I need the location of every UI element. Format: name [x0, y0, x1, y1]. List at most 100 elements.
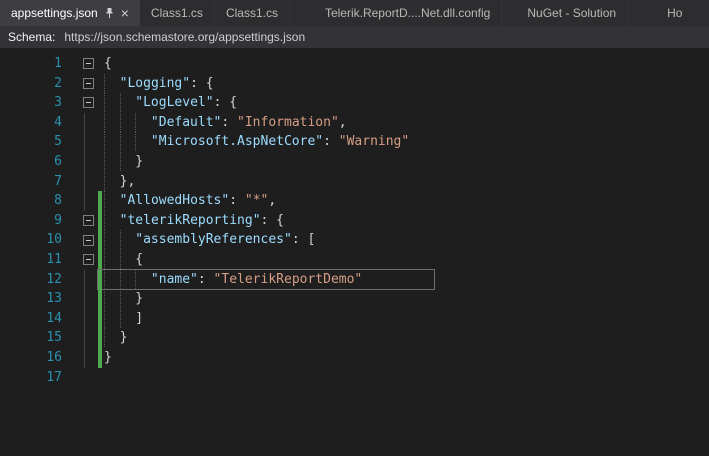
code-line-1[interactable]: 1 { — [0, 54, 709, 74]
line-number: 13 — [46, 291, 62, 307]
code-text: "LogLevel": { — [102, 93, 237, 113]
tab-label: appsettings.json — [11, 6, 98, 20]
code-text: { — [102, 54, 112, 74]
line-body: "Logging": { — [98, 73, 214, 94]
line-body: "LogLevel": { — [98, 93, 237, 113]
indent-guide — [119, 308, 136, 328]
indent-guide — [119, 289, 136, 309]
collapse-icon[interactable] — [83, 58, 94, 70]
token-string: "Warning" — [338, 134, 410, 150]
code-line-13[interactable]: 13 } — [0, 289, 709, 309]
collapse-icon[interactable] — [83, 234, 94, 246]
line-number: 7 — [54, 173, 62, 189]
line-number: 11 — [46, 251, 62, 267]
code-line-8[interactable]: 8 "AllowedHosts": "*", — [0, 191, 709, 211]
tab-appsettings-json[interactable]: appsettings.json × — [0, 0, 140, 26]
code-line-12[interactable]: 12 "name": "TelerikReportDemo" — [0, 268, 709, 291]
code-line-4[interactable]: 4 "Default": "Information", — [0, 112, 709, 133]
indent-guide — [119, 230, 136, 250]
fold-margin — [66, 308, 98, 329]
schema-url-value[interactable]: https://json.schemastore.org/appsettings… — [64, 30, 305, 44]
tab-label: Telerik.ReportD....Net.dll.config — [324, 6, 491, 20]
line-body: } — [98, 151, 144, 172]
close-icon[interactable]: × — [121, 6, 129, 20]
collapse-icon[interactable] — [83, 215, 94, 227]
fold-margin — [66, 211, 98, 231]
token-punctuation: }, — [119, 173, 136, 189]
line-number: 8 — [54, 193, 62, 209]
token-punctuation: : { — [260, 212, 285, 228]
tab-telerik-reportd-net-dll-config[interactable]: Telerik.ReportD....Net.dll.config — [314, 0, 503, 26]
indent-guide — [104, 210, 120, 230]
token-punctuation: } — [135, 153, 144, 169]
code-line-15[interactable]: 15 } — [0, 328, 709, 348]
editor[interactable]: 1 { 2 "Logging": { 3 "LogLevel": { 4 "De… — [0, 48, 709, 387]
line-number: 17 — [46, 369, 62, 385]
code-line-2[interactable]: 2 "Logging": { — [0, 73, 709, 94]
tab-label: Class1.cs — [225, 6, 278, 20]
indent-guide — [104, 269, 120, 289]
tab-label: NuGet - Solution — [527, 6, 617, 20]
code-line-17[interactable]: 17 — [0, 368, 709, 388]
collapse-icon[interactable] — [83, 254, 94, 266]
line-body: }, — [98, 171, 136, 192]
fold-margin — [66, 269, 98, 290]
code-line-3[interactable]: 3 "LogLevel": { — [0, 93, 709, 113]
collapse-icon[interactable] — [83, 77, 94, 89]
fold-connector-line — [84, 132, 85, 152]
line-body: "assemblyReferences": [ — [98, 230, 315, 250]
pin-icon[interactable] — [104, 7, 115, 19]
token-punctuation: { — [104, 56, 112, 71]
indent-guide — [119, 132, 136, 152]
code-text: } — [102, 348, 112, 368]
token-punctuation: : — [323, 134, 339, 150]
fold-margin — [66, 74, 98, 94]
code-text: "name": "TelerikReportDemo" — [102, 269, 362, 290]
indent-guide — [104, 191, 120, 211]
tab-class1-cs[interactable]: Class1.cs — [215, 0, 290, 26]
fold-connector-line — [84, 151, 85, 172]
code-line-7[interactable]: 7 }, — [0, 171, 709, 192]
code-text: } — [102, 151, 144, 172]
code-line-11[interactable]: 11 { — [0, 249, 709, 270]
fold-connector-line — [84, 269, 85, 290]
schema-bar[interactable]: Schema: https://json.schemastore.org/app… — [0, 26, 709, 48]
code-line-16[interactable]: 16 } — [0, 347, 709, 368]
fold-connector-line — [84, 191, 85, 211]
fold-margin — [66, 132, 98, 152]
indent-guide — [104, 249, 120, 269]
tab-bar: appsettings.json × Class1.cs Class1.cs T… — [0, 0, 709, 26]
code-line-9[interactable]: 9 "telerikReporting": { — [0, 210, 709, 231]
fold-margin — [66, 171, 98, 192]
line-body: "Default": "Information", — [98, 112, 347, 133]
token-punctuation: { — [135, 251, 144, 267]
code-text: } — [102, 289, 143, 309]
line-body: } — [98, 347, 112, 368]
line-body: ] — [98, 308, 143, 329]
indent-guide — [104, 73, 120, 93]
line-number: 3 — [54, 95, 62, 111]
code-line-14[interactable]: 14 ] — [0, 308, 709, 329]
line-number: 10 — [46, 232, 62, 248]
token-punctuation: } — [135, 291, 144, 307]
tab-ho[interactable]: Ho — [656, 0, 693, 26]
token-key: "Logging" — [119, 75, 191, 91]
token-punctuation: : { — [190, 75, 214, 91]
code-line-5[interactable]: 5 "Microsoft.AspNetCore": "Warning" — [0, 132, 709, 152]
code-line-10[interactable]: 10 "assemblyReferences": [ — [0, 230, 709, 250]
token-punctuation: , — [338, 114, 347, 130]
code-line-6[interactable]: 6 } — [0, 151, 709, 172]
indent-guide — [104, 230, 120, 250]
code-text: "assemblyReferences": [ — [102, 230, 315, 250]
token-punctuation: : — [197, 271, 214, 287]
indent-guide — [104, 328, 120, 348]
tab-nuget-solution[interactable]: NuGet - Solution — [516, 0, 629, 26]
vs-editor-window: appsettings.json × Class1.cs Class1.cs T… — [0, 0, 709, 387]
fold-margin — [66, 368, 98, 388]
line-body: } — [98, 328, 127, 348]
collapse-icon[interactable] — [83, 97, 94, 109]
tab-class1-cs[interactable]: Class1.cs — [140, 0, 215, 26]
indent-guide — [104, 171, 120, 191]
indent-guide — [135, 112, 151, 132]
